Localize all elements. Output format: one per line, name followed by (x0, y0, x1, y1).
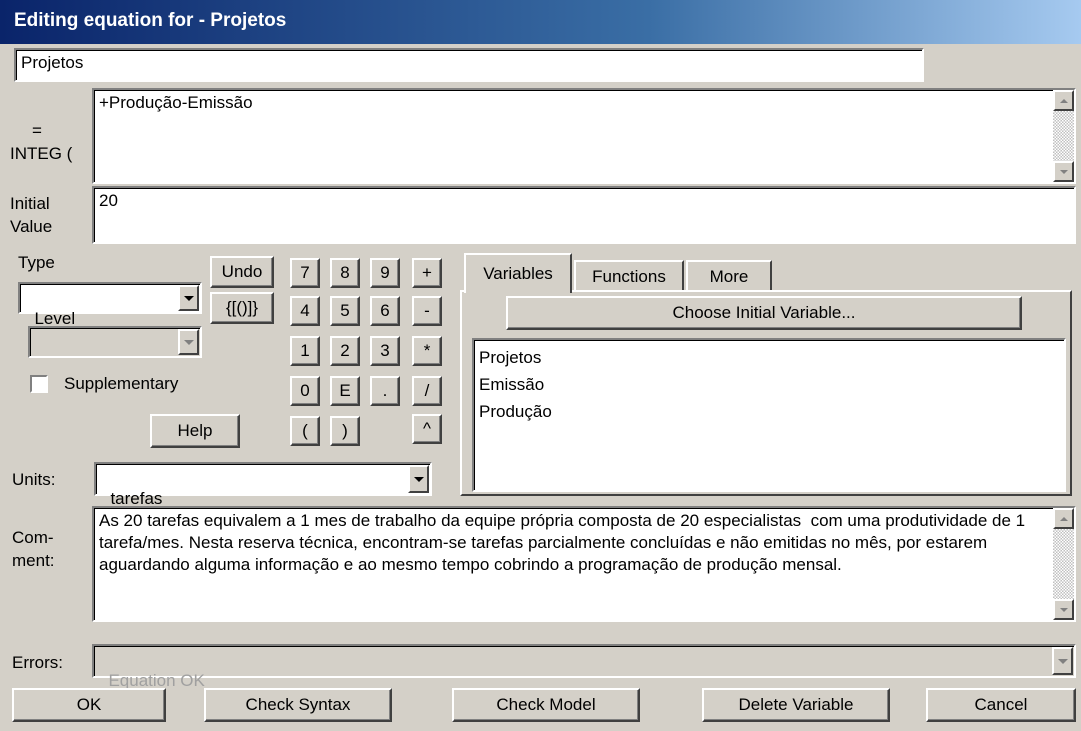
key-1[interactable]: 1 (290, 336, 320, 366)
key-5[interactable]: 5 (330, 296, 360, 326)
help-button[interactable]: Help (150, 414, 240, 448)
type-select[interactable]: Level (18, 282, 202, 328)
chevron-down-icon (183, 295, 194, 301)
subselect-dropdown-button (178, 329, 199, 355)
title-bar: Editing equation for - Projetos (0, 0, 1081, 44)
initial-value-label-2: Value (10, 217, 53, 236)
key-6[interactable]: 6 (370, 296, 400, 326)
key-minus[interactable]: - (412, 296, 442, 326)
list-item[interactable]: Produção (474, 398, 1064, 425)
key-open-paren[interactable]: ( (290, 416, 320, 446)
chevron-down-icon (413, 476, 424, 482)
equation-textarea[interactable]: +Produção-Emissão (92, 88, 1076, 184)
key-multiply[interactable]: * (412, 336, 442, 366)
key-plus[interactable]: + (412, 258, 442, 288)
key-7[interactable]: 7 (290, 258, 320, 288)
type-label: Type (18, 253, 55, 272)
chevron-down-icon (183, 339, 194, 345)
initial-value-label-1: Initial (10, 194, 50, 213)
initial-value-field[interactable]: 20 (92, 186, 1076, 244)
check-syntax-button[interactable]: Check Syntax (204, 688, 392, 722)
supplementary-checkbox[interactable] (30, 375, 48, 393)
equation-scrollbar[interactable] (1053, 90, 1074, 182)
variable-name-field[interactable]: Projetos (14, 48, 924, 82)
key-0[interactable]: 0 (290, 376, 320, 406)
delete-variable-button[interactable]: Delete Variable (702, 688, 890, 722)
units-label: Units: (12, 470, 56, 489)
key-divide[interactable]: / (412, 376, 442, 406)
comment-label-2: ment: (12, 551, 55, 570)
comment-scrollbar[interactable] (1053, 508, 1074, 620)
key-3[interactable]: 3 (370, 336, 400, 366)
tab-functions[interactable]: Functions (574, 260, 684, 292)
key-8[interactable]: 8 (330, 258, 360, 288)
tab-variables[interactable]: Variables (464, 253, 572, 293)
scroll-up-button[interactable] (1053, 90, 1074, 111)
scroll-down-button[interactable] (1053, 161, 1074, 182)
units-dropdown-button[interactable] (408, 465, 429, 493)
choose-initial-variable-button[interactable]: Choose Initial Variable... (506, 296, 1022, 330)
equation-text[interactable]: +Produção-Emissão (94, 90, 1074, 116)
type-dropdown-button[interactable] (178, 285, 199, 311)
errors-label: Errors: (12, 653, 63, 672)
comment-label-1: Com- (12, 528, 54, 547)
key-close-paren[interactable]: ) (330, 416, 360, 446)
cancel-button[interactable]: Cancel (926, 688, 1076, 722)
key-dot[interactable]: . (370, 376, 400, 406)
errors-field: Equation OK (92, 644, 1076, 690)
arrow-down-icon (1059, 169, 1068, 174)
scroll-up-button[interactable] (1053, 508, 1074, 529)
comment-text[interactable]: As 20 tarefas equivalem a 1 mes de traba… (94, 508, 1074, 578)
equals-label: = (32, 121, 42, 140)
units-select[interactable]: tarefas (94, 462, 432, 508)
variables-list[interactable]: Projetos Emissão Produção (472, 338, 1066, 492)
errors-dropdown-button (1052, 647, 1073, 675)
undo-button[interactable]: Undo (210, 256, 274, 288)
window-title: Editing equation for - Projetos (14, 10, 287, 31)
scroll-down-button[interactable] (1053, 599, 1074, 620)
brackets-button[interactable]: {[()]} (210, 292, 274, 324)
arrow-down-icon (1059, 607, 1068, 612)
type-subselect (28, 326, 202, 358)
tab-more[interactable]: More (686, 260, 772, 292)
key-4[interactable]: 4 (290, 296, 320, 326)
list-item[interactable]: Emissão (474, 371, 1064, 398)
ok-button[interactable]: OK (12, 688, 166, 722)
arrow-up-icon (1059, 516, 1068, 521)
key-power[interactable]: ^ (412, 414, 442, 444)
arrow-up-icon (1059, 98, 1068, 103)
key-9[interactable]: 9 (370, 258, 400, 288)
comment-textarea[interactable]: As 20 tarefas equivalem a 1 mes de traba… (92, 506, 1076, 622)
chevron-down-icon (1057, 658, 1068, 664)
check-model-button[interactable]: Check Model (452, 688, 640, 722)
supplementary-label: Supplementary (64, 374, 179, 393)
list-item[interactable]: Projetos (474, 344, 1064, 371)
integ-label: INTEG ( (10, 144, 73, 163)
key-e[interactable]: E (330, 376, 360, 406)
key-2[interactable]: 2 (330, 336, 360, 366)
